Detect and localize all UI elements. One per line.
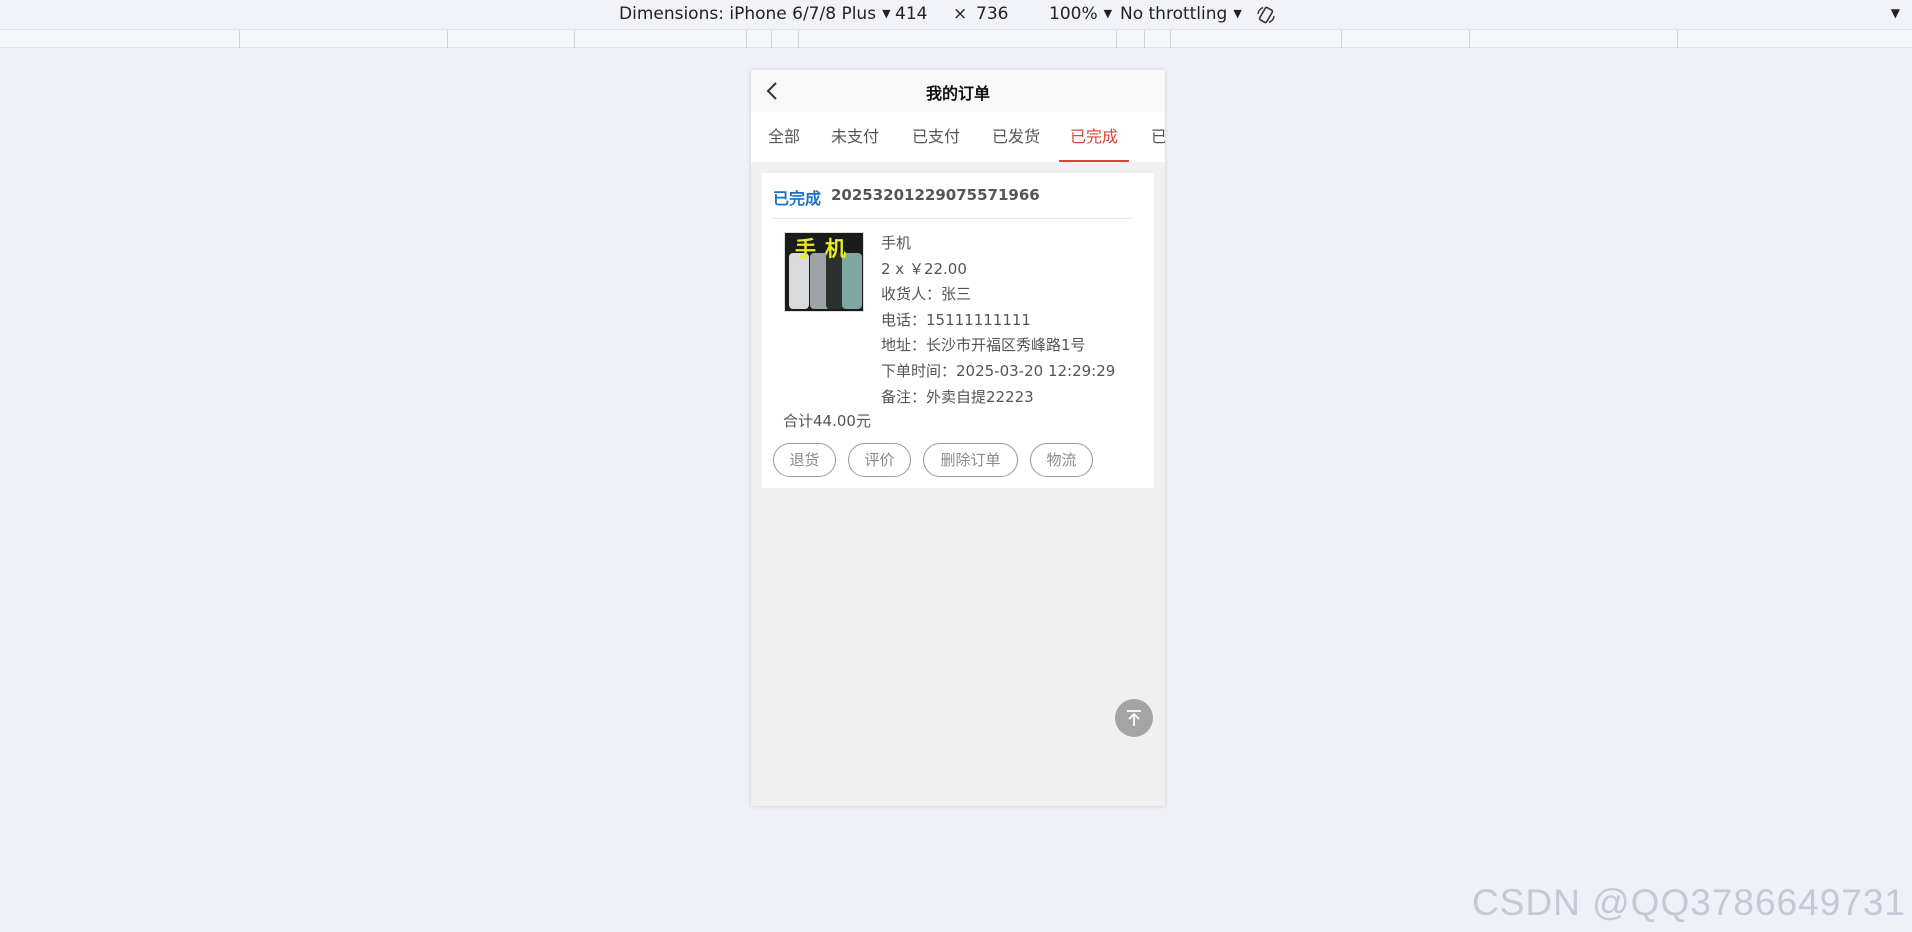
product-name: 手机 bbox=[881, 234, 912, 252]
ruler-tick[interactable] bbox=[798, 30, 799, 48]
order-info: 手机 2 x ￥22.00 收货人：张三 电话：15111111111 地址：长… bbox=[881, 231, 1141, 410]
width-input[interactable]: 414 bbox=[895, 4, 927, 24]
zoom-label: 100% bbox=[1049, 4, 1098, 24]
arrow-up-to-top-icon bbox=[1127, 710, 1141, 726]
order-number: 20253201229075571966 bbox=[831, 186, 1040, 204]
ruler-tick[interactable] bbox=[239, 30, 240, 48]
tab-more[interactable]: 已 bbox=[1151, 112, 1165, 162]
product-image-text: 手机 bbox=[795, 237, 855, 261]
device-select-label: Dimensions: iPhone 6/7/8 Plus bbox=[619, 4, 877, 24]
order-status: 已完成 bbox=[773, 189, 822, 208]
ruler-tick[interactable] bbox=[447, 30, 448, 48]
order-header: 已完成 20253201229075571966 bbox=[773, 185, 1132, 219]
ruler-tick[interactable] bbox=[574, 30, 575, 48]
zoom-select[interactable]: 100% ▼ bbox=[1049, 4, 1112, 24]
tab-completed[interactable]: 已完成 bbox=[1059, 112, 1129, 162]
tab-all[interactable]: 全部 bbox=[767, 112, 801, 162]
media-query-ruler bbox=[0, 30, 1912, 48]
ruler-tick[interactable] bbox=[1677, 30, 1678, 48]
caret-down-icon: ▼ bbox=[1233, 7, 1242, 20]
page-title: 我的订单 bbox=[925, 84, 990, 103]
order-card: 已完成 20253201229075571966 手机 手机 2 x ￥22.0… bbox=[762, 173, 1154, 488]
order-time: 下单时间：2025-03-20 12:29:29 bbox=[881, 361, 1116, 380]
caret-down-icon: ▼ bbox=[1103, 7, 1113, 20]
phone-number: 电话：15111111111 bbox=[881, 310, 1031, 329]
remark: 备注：外卖自提22223 bbox=[881, 387, 1034, 406]
nav-bar: 我的订单 bbox=[751, 70, 1165, 112]
logistics-button[interactable]: 物流 bbox=[1030, 443, 1093, 477]
product-qty-price: 2 x ￥22.00 bbox=[881, 259, 967, 278]
back-to-top-button[interactable] bbox=[1115, 699, 1153, 737]
throttling-select[interactable]: No throttling ▼ bbox=[1120, 4, 1242, 24]
return-button[interactable]: 退货 bbox=[773, 443, 836, 477]
ruler-tick[interactable] bbox=[1469, 30, 1470, 48]
delete-order-button[interactable]: 删除订单 bbox=[923, 443, 1018, 477]
ruler-tick[interactable] bbox=[1116, 30, 1117, 48]
devtools-device-toolbar: Dimensions: iPhone 6/7/8 Plus ▼ 414 × 736… bbox=[0, 0, 1912, 30]
ruler-tick[interactable] bbox=[1144, 30, 1145, 48]
tab-unpaid[interactable]: 未支付 bbox=[830, 112, 880, 162]
rotate-icon[interactable] bbox=[1256, 5, 1276, 25]
toolbar-more-icon[interactable]: ▼ bbox=[1891, 6, 1900, 20]
throttling-label: No throttling bbox=[1120, 4, 1228, 24]
order-total: 合计44.00元 bbox=[783, 412, 871, 430]
device-viewport: 我的订单 全部 未支付 已支付 已发货 已完成 已 已完成 2025320122… bbox=[751, 70, 1165, 806]
ruler-tick[interactable] bbox=[746, 30, 747, 48]
receiver: 收货人：张三 bbox=[881, 285, 972, 304]
device-select[interactable]: Dimensions: iPhone 6/7/8 Plus ▼ bbox=[619, 4, 891, 24]
order-tabs: 全部 未支付 已支付 已发货 已完成 已 bbox=[751, 112, 1165, 162]
review-button[interactable]: 评价 bbox=[848, 443, 911, 477]
dimension-separator: × bbox=[953, 4, 968, 24]
ruler-tick[interactable] bbox=[1170, 30, 1171, 48]
watermark: CSDN @QQ3786649731 bbox=[1471, 882, 1906, 923]
ruler-tick[interactable] bbox=[771, 30, 772, 48]
caret-down-icon: ▼ bbox=[882, 7, 891, 20]
address: 地址：长沙市开福区秀峰路1号 bbox=[881, 336, 1086, 355]
height-input[interactable]: 736 bbox=[976, 4, 1008, 24]
tab-shipped[interactable]: 已发货 bbox=[991, 112, 1041, 162]
product-image[interactable]: 手机 bbox=[784, 232, 864, 312]
ruler-tick[interactable] bbox=[1341, 30, 1342, 48]
tab-paid[interactable]: 已支付 bbox=[911, 112, 961, 162]
